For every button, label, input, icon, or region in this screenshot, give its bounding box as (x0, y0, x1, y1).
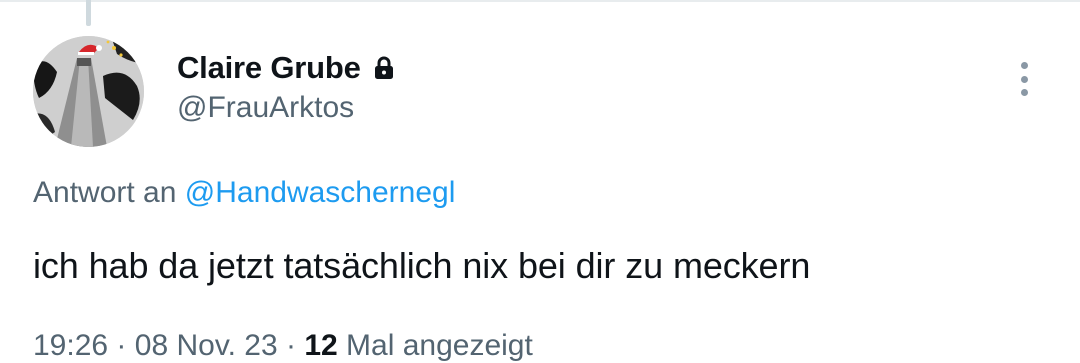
top-divider (0, 0, 1080, 2)
reply-mention-link[interactable]: @Handwaschernegl (185, 176, 456, 209)
avatar-image (33, 36, 144, 147)
more-dot (1020, 62, 1028, 69)
thread-connector-line (86, 0, 91, 26)
display-name[interactable]: Claire Grube (177, 50, 361, 86)
views-count: 12 (304, 329, 338, 362)
views-label: Mal angezeigt (346, 329, 533, 362)
tweet-time[interactable]: 19:26 (33, 329, 108, 362)
user-handle[interactable]: @FrauArktos (177, 91, 354, 125)
more-dot (1020, 75, 1028, 83)
lock-icon (374, 56, 394, 80)
meta-separator: · (285, 329, 296, 362)
reply-prefix: Antwort an (33, 176, 177, 209)
reply-context: Antwort an @Handwaschernegl (33, 176, 455, 210)
avatar[interactable] (33, 36, 144, 147)
tweet-text: ich hab da jetzt tatsächlich nix bei dir… (33, 245, 811, 286)
tweet-meta: 19:26 · 08 Nov. 23 · 12 Mal angezeigt (33, 329, 533, 363)
tweet-date[interactable]: 08 Nov. 23 (135, 329, 278, 362)
more-options-icon[interactable] (1008, 58, 1040, 100)
meta-separator: · (116, 329, 127, 362)
name-row: Claire Grube (177, 48, 394, 88)
more-dot (1020, 89, 1028, 96)
